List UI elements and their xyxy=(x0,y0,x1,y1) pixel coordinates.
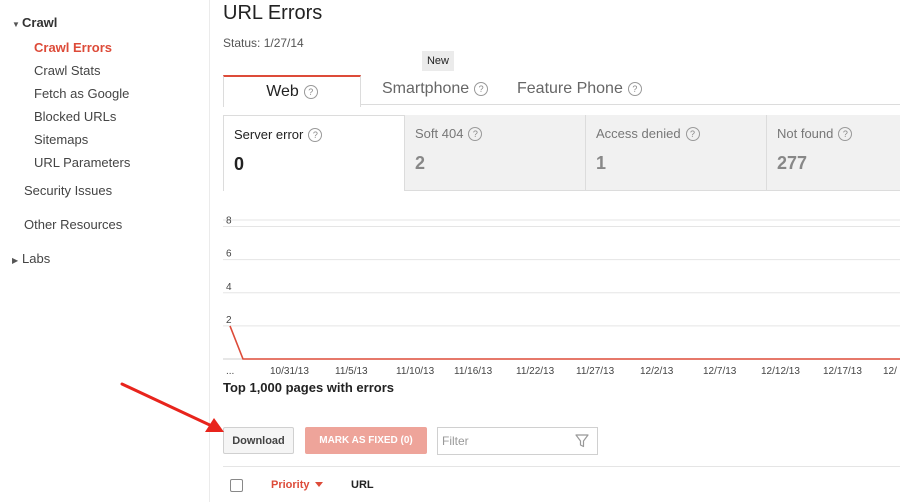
card-access-denied[interactable]: Access denied? 1 xyxy=(586,115,767,191)
sidebar-section-crawl[interactable]: ▼ Crawl xyxy=(12,15,57,30)
card-value: 1 xyxy=(596,153,607,173)
sidebar-item-security-issues[interactable]: Security Issues xyxy=(24,183,112,198)
chart-x-tick-label: 12/2/13 xyxy=(640,366,674,377)
chart-y-tick-label: 4 xyxy=(226,282,232,293)
column-header-priority[interactable]: Priority xyxy=(271,479,323,491)
chart-x-tick-label: 12/12/13 xyxy=(761,366,800,377)
error-type-cards: Server error? 0 Soft 404? 2 Access denie… xyxy=(223,115,900,191)
help-icon[interactable]: ? xyxy=(627,82,642,96)
help-icon[interactable]: ? xyxy=(308,128,323,142)
chart-x-tick-label: 12/ xyxy=(883,366,897,377)
chart-y-tick-label: 6 xyxy=(226,249,232,260)
tab-web[interactable]: Web? xyxy=(223,75,361,107)
chart-series-line xyxy=(229,325,900,360)
triangle-down-icon: ▼ xyxy=(12,20,20,29)
chart-x-tick-label: 11/5/13 xyxy=(335,366,368,377)
chart-x-tick-label: 11/10/13 xyxy=(396,366,435,377)
sidebar-item-blocked-urls[interactable]: Blocked URLs xyxy=(34,109,116,124)
chart-x-tick-label: 12/7/13 xyxy=(703,366,737,377)
sort-desc-icon xyxy=(314,482,323,487)
triangle-right-icon: ▶ xyxy=(12,256,19,265)
select-all-checkbox[interactable] xyxy=(230,479,243,492)
help-icon[interactable]: ? xyxy=(468,127,483,141)
tab-feature-phone[interactable]: Feature Phone? xyxy=(517,80,642,98)
card-value: 2 xyxy=(415,153,426,173)
sidebar-item-other-resources[interactable]: Other Resources xyxy=(24,217,122,232)
sidebar-item-crawl-errors[interactable]: Crawl Errors xyxy=(34,40,112,55)
table-header-divider xyxy=(223,466,900,467)
card-value: 0 xyxy=(234,154,245,174)
chart-x-tick-label: 10/31/13 xyxy=(270,366,309,377)
chart-y-tick-label: 2 xyxy=(226,315,232,326)
status-text: Status: 1/27/14 xyxy=(223,36,304,50)
sidebar-section-labs[interactable]: ▶ Labs xyxy=(12,251,50,266)
sidebar-item-sitemaps[interactable]: Sitemaps xyxy=(34,132,88,147)
chart-x-tick-label: 12/17/13 xyxy=(823,366,862,377)
sidebar-item-crawl-stats[interactable]: Crawl Stats xyxy=(34,63,100,78)
help-icon[interactable]: ? xyxy=(303,85,318,99)
filter-input[interactable] xyxy=(442,433,562,449)
chart-x-tick-label: 11/27/13 xyxy=(576,366,615,377)
help-icon[interactable]: ? xyxy=(838,127,853,141)
card-not-found[interactable]: Not found? 277 xyxy=(767,115,900,191)
chart-x-tick-label: 11/16/13 xyxy=(454,366,493,377)
column-header-url[interactable]: URL xyxy=(351,479,374,491)
chart-x-tick-label: ... xyxy=(226,366,234,377)
tabbar-baseline xyxy=(360,104,900,105)
sidebar-item-fetch-as-google[interactable]: Fetch as Google xyxy=(34,86,129,101)
new-badge: New xyxy=(422,51,454,71)
filter-box[interactable] xyxy=(437,427,598,455)
card-soft-404[interactable]: Soft 404? 2 xyxy=(405,115,586,191)
card-server-error[interactable]: Server error? 0 xyxy=(223,115,405,191)
tab-smartphone[interactable]: Smartphone? xyxy=(382,80,489,98)
annotation-arrow-icon xyxy=(120,382,224,432)
help-icon[interactable]: ? xyxy=(685,127,700,141)
funnel-icon[interactable] xyxy=(575,434,589,448)
help-icon[interactable]: ? xyxy=(474,82,489,96)
page-title: URL Errors xyxy=(223,2,323,24)
download-button[interactable]: Download xyxy=(223,427,294,454)
table-caption: Top 1,000 pages with errors xyxy=(223,380,394,395)
chart-y-tick-label: 8 xyxy=(226,216,232,227)
errors-chart: 8 6 4 2... 10/31/13 11/5/13 11/10/13 11/16/13 11… xyxy=(223,216,900,377)
chart-x-tick-label: 11/22/13 xyxy=(516,366,555,377)
card-value: 277 xyxy=(777,153,808,173)
mark-as-fixed-button[interactable]: MARK AS FIXED (0) xyxy=(305,427,427,454)
sidebar-item-url-parameters[interactable]: URL Parameters xyxy=(34,155,130,170)
